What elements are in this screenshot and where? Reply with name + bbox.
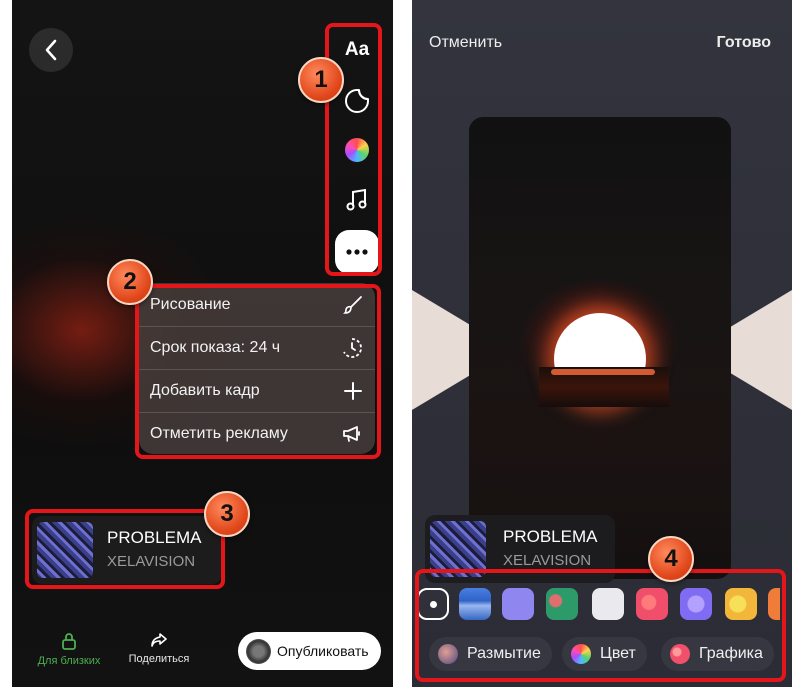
story-preview [469,117,731,579]
step-badge-1: 1 [298,57,344,103]
track-artist: XELAVISION [503,552,592,569]
chevron-left-icon [45,39,57,61]
share-button[interactable]: Поделиться [122,632,196,665]
close-friends-label: Для близких [37,655,101,667]
share-label: Поделиться [128,653,190,665]
close-friends-button[interactable]: Для близких [34,632,104,667]
track-title: PROBLEMA [503,527,598,546]
step-badge-4: 4 [648,536,694,582]
cancel-button[interactable]: Отменить [429,34,502,52]
share-arrow-icon [151,633,167,647]
step-badge-2: 2 [107,259,153,305]
done-button[interactable]: Готово [717,34,771,52]
publish-label: Опубликовать [277,643,369,659]
avatar [246,638,271,664]
step-badge-3: 3 [204,491,250,537]
publish-button[interactable]: Опубликовать [238,632,381,670]
background-shape-right [722,290,792,410]
background-editor-screen: Отменить Готово PROBLEMA XELAVISION Разм… [412,0,792,687]
lock-icon [62,633,76,650]
highlight-track [25,509,225,589]
back-button[interactable] [29,28,73,72]
water-reflection [551,369,655,375]
story-editor-screen: Aa 1 Рисование Срок показа: 24 ч Добавит… [12,0,393,687]
highlight-menu [135,284,381,459]
highlight-background-options [415,569,786,682]
